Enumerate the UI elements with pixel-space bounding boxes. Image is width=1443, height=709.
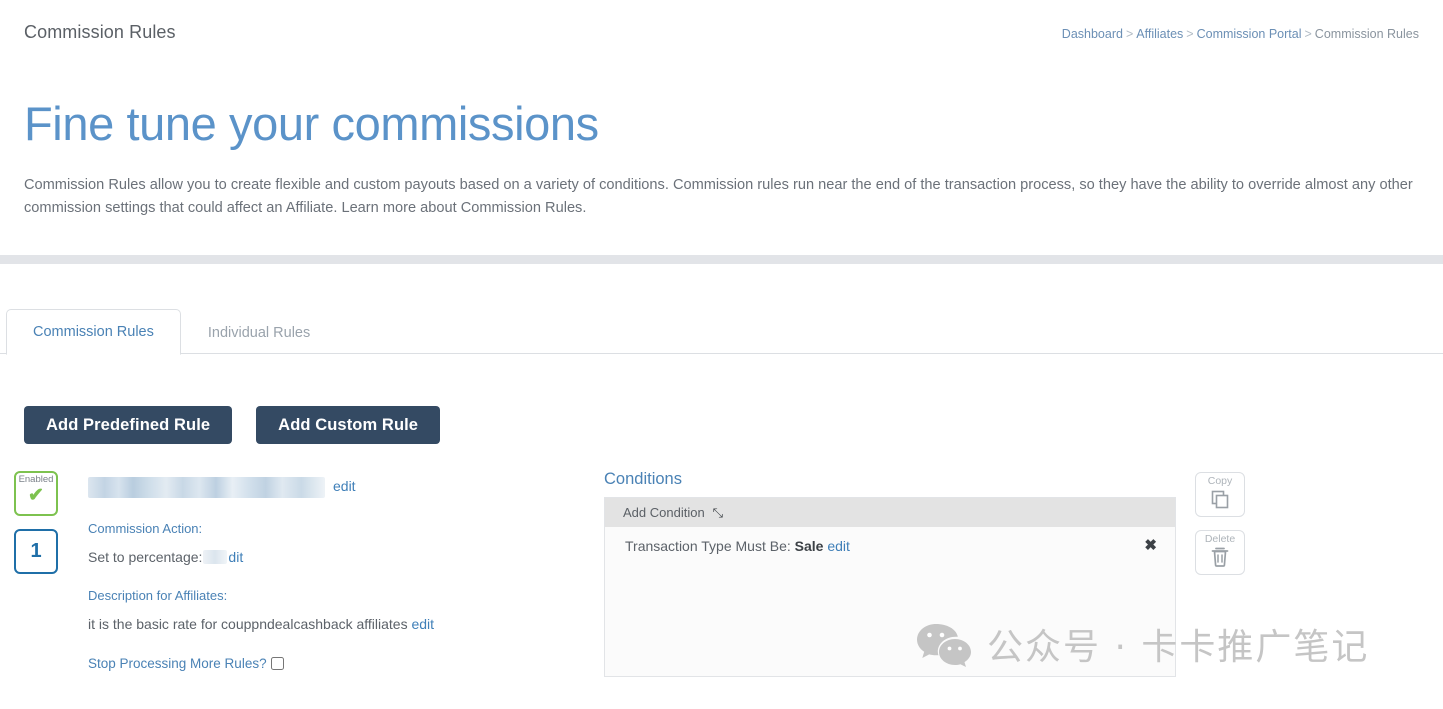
rule-status-column: Enabled ✔ 1 [0,471,66,574]
tabs-container: Commission Rules Individual Rules [0,309,1443,355]
copy-icon [1209,487,1231,510]
action-bar: Add Predefined Rule Add Custom Rule [24,406,1443,444]
copy-button-label: Copy [1207,475,1233,487]
tab-commission-rules[interactable]: Commission Rules [6,309,181,355]
status-badge-enabled[interactable]: Enabled ✔ [14,471,58,516]
breadcrumb-separator: > [1304,27,1312,41]
add-predefined-rule-button[interactable]: Add Predefined Rule [24,406,233,444]
add-custom-rule-button[interactable]: Add Custom Rule [256,406,441,444]
commission-action-edit-link[interactable]: dit [228,549,243,565]
rule-title-edit-link[interactable]: edit [333,478,356,494]
condition-text: Transaction Type Must Be: Sale edit [625,538,850,554]
header-topbar: Commission Rules Dashboard > Affiliates > Co… [0,0,1443,43]
copy-rule-button[interactable]: Copy [1195,472,1245,517]
commission-action-label: Commission Action: [88,521,203,536]
breadcrumb-item-current: Commission Rules [1314,27,1419,41]
breadcrumb-item-affiliates[interactable]: Affiliates [1136,27,1183,41]
condition-prefix: Transaction Type Must Be: [625,537,791,554]
commission-action-value: Set to percentage: dit [88,548,602,568]
rule-row: Enabled ✔ 1 edit Commission Action: Set … [0,471,1443,677]
rule-order-badge[interactable]: 1 [14,529,58,574]
check-icon: ✔ [28,485,44,507]
status-badge-label: Enabled [18,474,54,485]
conditions-heading: Conditions [604,470,682,488]
breadcrumb-separator: > [1186,27,1194,41]
tabs: Commission Rules Individual Rules [0,309,1443,355]
rule-detail-column: edit Commission Action: Set to percentag… [66,471,602,671]
stop-processing-checkbox[interactable] [270,657,284,671]
header-divider [0,255,1443,264]
tabs-underline [0,353,1443,354]
stop-processing-row: Stop Processing More Rules? [88,656,602,671]
commission-action-prefix: Set to percentage: [88,549,203,565]
delete-button-label: Delete [1204,533,1236,545]
trash-icon [1209,545,1231,568]
rule-title-line: edit [88,471,602,501]
description-value-row: it is the basic rate for couppndealcashb… [88,615,602,635]
page-title: Commission Rules [24,22,176,42]
description-value: it is the basic rate for couppndealcashb… [88,615,408,632]
delete-rule-button[interactable]: Delete [1195,530,1245,575]
breadcrumb: Dashboard > Affiliates > Commission Portal > C… [1062,27,1419,41]
rule-title-redacted [88,476,325,498]
close-icon[interactable]: ✖ [1144,538,1157,553]
stop-processing-label: Stop Processing More Rules? [88,656,267,672]
page-header: Commission Rules Dashboard > Affiliates > Co… [0,0,1443,264]
commission-action-value-redacted [203,550,228,564]
add-condition-label: Add Condition [623,504,705,520]
breadcrumb-item-commission-portal[interactable]: Commission Portal [1197,27,1302,41]
hero-description: Commission Rules allow you to create fle… [24,177,1413,216]
description-label: Description for Affiliates: [88,587,228,603]
conditions-panel: Add Condition ⤡ Transaction Type Must Be… [604,496,1176,677]
add-condition-button[interactable]: Add Condition ⤡ [605,497,1175,527]
condition-value: Sale [794,537,824,554]
breadcrumb-item-dashboard[interactable]: Dashboard [1062,27,1123,41]
breadcrumb-separator: > [1125,27,1134,41]
condition-edit-link[interactable]: edit [827,538,850,554]
expand-arrow-icon[interactable]: ⤡ [713,506,723,519]
rule-actions-column: Copy Delete [1195,471,1245,575]
tab-individual-rules[interactable]: Individual Rules [181,311,337,354]
condition-row: Transaction Type Must Be: Sale edit ✖ [605,527,1175,565]
conditions-column: Conditions Add Condition ⤡ Transaction T… [604,471,1176,677]
description-edit-link[interactable]: edit [411,616,434,632]
hero-title: Fine tune your commissions [24,97,599,150]
